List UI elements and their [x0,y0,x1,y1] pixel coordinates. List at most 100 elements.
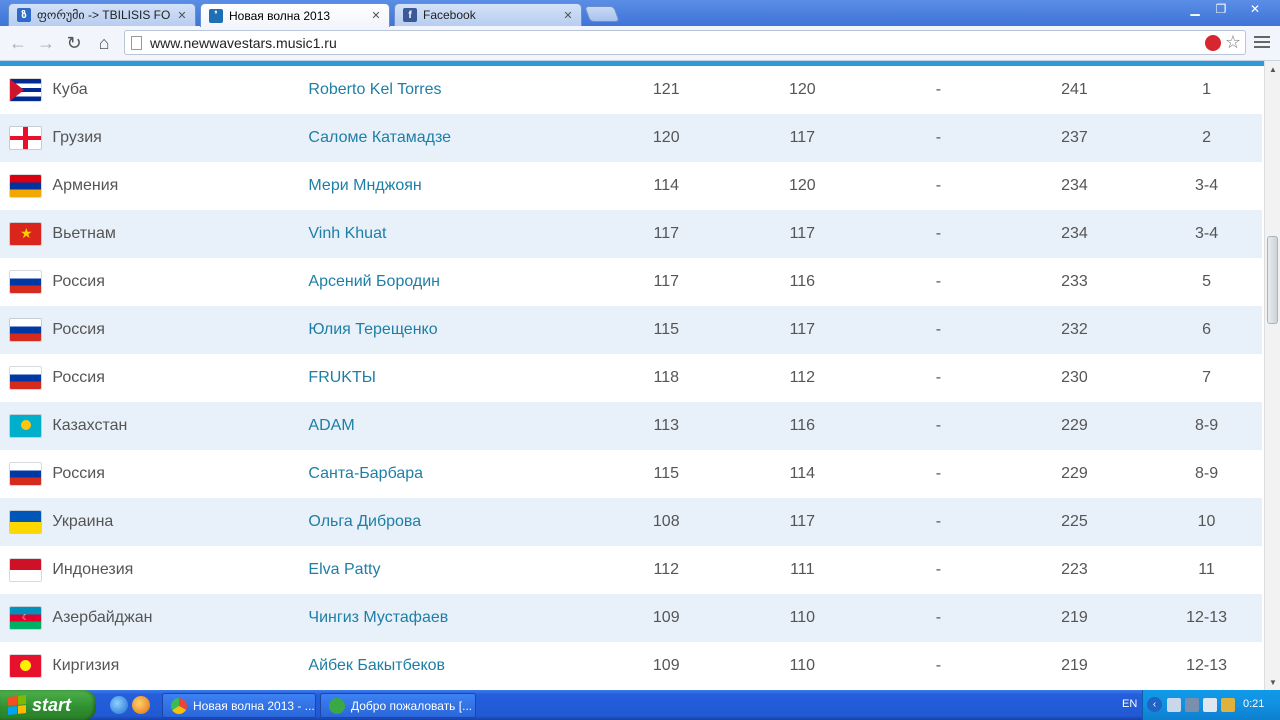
flag-cell [0,402,52,450]
artist-link[interactable]: Vinh Khuat [308,210,606,258]
total-score-cell: 234 [1061,225,1088,242]
flag-cell: ★ [0,210,52,258]
menu-icon[interactable] [1254,34,1270,50]
flag-cell: ☾ [0,594,52,642]
minimize-icon[interactable]: ▁ [1182,1,1208,17]
score-day1-cell: 118 [653,369,679,386]
network-icon[interactable] [1185,698,1199,712]
country-cell: Россия [52,321,105,338]
country-cell: Азербайджан [52,609,153,626]
country-cell: Россия [52,273,105,290]
flag-cell [0,306,52,354]
internet-explorer-icon[interactable] [110,696,128,714]
taskbar-item-messenger[interactable]: Добро пожаловать [... [320,693,476,718]
security-icon[interactable] [1221,698,1235,712]
artist-link[interactable]: ADAM [308,402,606,450]
flag-cell [0,546,52,594]
artist-link[interactable]: Elva Patty [308,546,606,594]
score-day1-cell: 108 [652,513,680,530]
artist-link[interactable]: FRUKTЫ [308,354,606,402]
place-cell: 7 [1202,369,1211,386]
artist-link[interactable]: Айбек Бакытбеков [308,642,606,690]
page-scrollbar[interactable]: ▲ ▼ [1264,61,1280,690]
score-day3-cell: - [935,321,942,338]
tab-close-icon[interactable]: ✕ [175,9,189,22]
start-button[interactable]: start [0,690,96,720]
artist-link[interactable]: Саломе Катамадзе [308,114,606,162]
country-cell: Казахстан [52,417,128,434]
score-day1-cell: 113 [653,417,679,434]
score-day1-cell: 114 [653,177,679,194]
table-row: Армения Мери Мнджоян 114 120 - 234 3-4 [0,162,1262,210]
volume-icon[interactable] [1203,698,1217,712]
tab-close-icon[interactable]: ✕ [561,9,575,22]
home-icon[interactable]: ⌂ [92,32,116,54]
tab-new-wave-2013[interactable]: ❜ Новая волна 2013 ✕ [200,3,390,27]
reload-icon[interactable]: ↻ [62,32,86,54]
language-indicator[interactable]: EN [1122,698,1137,710]
taskbar-item-chrome[interactable]: Новая волна 2013 - ... [162,693,316,718]
table-row: Россия Юлия Терещенко 115 117 - 232 6 [0,306,1262,354]
place-cell: 6 [1202,321,1211,338]
score-day2-cell: 116 [789,273,816,290]
artist-link[interactable]: Санта-Барбара [308,450,606,498]
tray-expand-icon[interactable]: ‹ [1147,697,1162,712]
new-tab-button[interactable] [584,6,620,22]
flag-cell [0,258,52,306]
flag-cell [0,162,52,210]
place-cell: 8-9 [1194,417,1219,434]
window-close-icon[interactable]: ✕ [1238,1,1272,17]
total-score-cell: 229 [1061,417,1088,434]
back-icon[interactable]: ← [6,32,30,54]
score-day2-cell: 120 [788,81,816,98]
artist-link[interactable]: Ольга Диброва [308,498,606,546]
tab-tbilisi-forum[interactable]: ზ ფორუმი -> TBILISIS FORUM ✕ [8,3,196,26]
bookmark-star-icon[interactable]: ☆ [1225,32,1241,53]
total-score-cell: 233 [1061,273,1088,290]
page-content: Куба Roberto Kel Torres 121 120 - 241 1 Грузия С… [0,61,1264,690]
country-cell: Украина [52,513,114,530]
scroll-down-icon[interactable]: ▼ [1265,674,1280,690]
tab-close-icon[interactable]: ✕ [369,9,383,22]
url-text[interactable]: www.newwavestars.music1.ru [150,35,1205,51]
score-day1-cell: 117 [653,225,679,242]
place-cell: 3-4 [1194,225,1219,242]
table-row: Казахстан ADAM 113 116 - 229 8-9 [0,402,1262,450]
flag-cell [0,354,52,402]
system-tray: ‹ 0:21 [1142,690,1280,720]
forward-icon[interactable]: → [34,32,58,54]
score-day3-cell: - [935,657,942,674]
total-score-cell: 219 [1061,609,1088,626]
network-icon[interactable] [1167,698,1181,712]
place-cell: 11 [1198,561,1215,578]
artist-link[interactable]: Чингиз Мустафаев [308,594,606,642]
table-row: Куба Roberto Kel Torres 121 120 - 241 1 [0,66,1262,114]
address-bar[interactable]: www.newwavestars.music1.ru ☆ [124,30,1246,55]
score-day3-cell: - [935,369,942,386]
table-row: Грузия Саломе Катамадзе 120 117 - 237 2 [0,114,1262,162]
restore-icon[interactable]: ❐ [1208,1,1234,17]
media-player-icon[interactable] [132,696,150,714]
table-row: Россия Санта-Барбара 115 114 - 229 8-9 [0,450,1262,498]
artist-link[interactable]: Арсений Бородин [308,258,606,306]
score-day3-cell: - [935,273,942,290]
start-label: start [32,694,72,715]
artist-link[interactable]: Мери Мнджоян [308,162,606,210]
artist-link[interactable]: Roberto Kel Torres [308,66,606,114]
score-day3-cell: - [935,177,942,194]
extension-icon[interactable] [1204,34,1221,51]
tab-title: Facebook [423,8,476,22]
place-cell: 8-9 [1194,465,1219,482]
scroll-thumb[interactable] [1267,236,1278,324]
score-day3-cell: - [935,225,942,242]
scroll-up-icon[interactable]: ▲ [1265,61,1280,77]
place-cell: 10 [1197,513,1216,530]
table-row: Россия Арсений Бородин 117 116 - 233 5 [0,258,1262,306]
artist-link[interactable]: Юлия Терещенко [308,306,606,354]
score-day3-cell: - [935,561,942,578]
tab-facebook[interactable]: f Facebook ✕ [394,3,582,26]
table-row: Киргизия Айбек Бакытбеков 109 110 - 219 12-13 [0,642,1262,690]
flag-cell [0,66,52,114]
score-day3-cell: - [935,129,942,146]
page-icon [131,35,142,50]
